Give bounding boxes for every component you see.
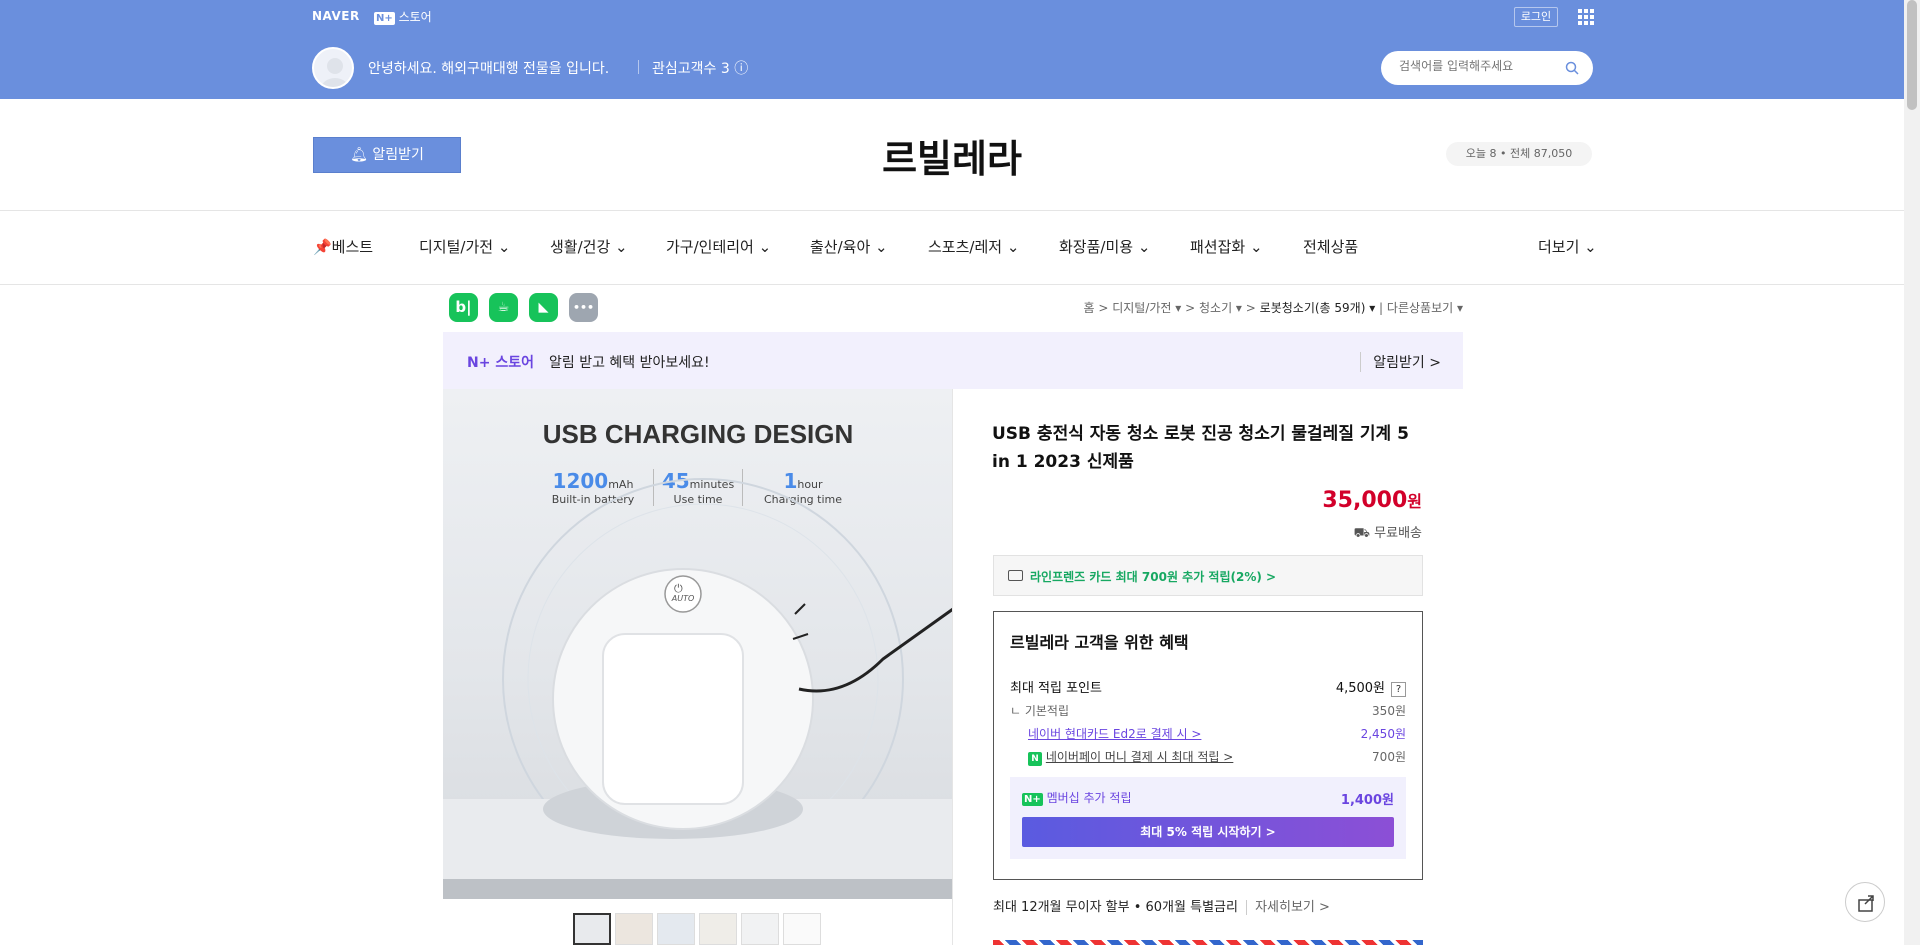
thumbnail-6[interactable] [783, 913, 821, 945]
divider [638, 60, 639, 74]
card-benefit-text[interactable]: 라인프렌즈 카드 최대 700원 추가 적립(2%) > [1030, 568, 1276, 585]
promo-alert-link[interactable]: 알림받기 > [1360, 352, 1441, 372]
breadcrumb-digital[interactable]: 디지털/가전 ▾ [1112, 301, 1181, 315]
product-price: 35,000원 [1322, 488, 1422, 513]
nav-item-digital[interactable]: 디지털/가전 ⌄ [419, 236, 510, 257]
start-membership-button[interactable]: 최대 5% 적립 시작하기 > [1022, 817, 1394, 847]
promo-banner[interactable]: N+ 스토어 알림 받고 혜택 받아보세요! 알림받기 > [443, 332, 1463, 389]
interest-count[interactable]: 관심고객수 3 ⓘ [652, 58, 748, 78]
breadcrumb-robot-cleaner[interactable]: 로봇청소기(총 59개) ▾ [1260, 301, 1376, 315]
card-icon [1008, 570, 1023, 581]
help-icon[interactable]: ? [1391, 682, 1406, 697]
store-title[interactable]: 르빌레라 [0, 128, 1904, 183]
divider [0, 284, 1904, 285]
installment-info: 최대 12개월 무이자 할부 • 60개월 특별금리 자세히보기 > [993, 900, 1330, 915]
nav-item-more[interactable]: 더보기 ⌄ [1538, 236, 1597, 257]
share-icon[interactable] [1845, 882, 1885, 922]
breadcrumb: 홈 > 디지털/가전 ▾ > 청소기 ▾ > 로봇청소기(총 59개) ▾ | … [1083, 301, 1463, 315]
naver-logo[interactable]: NAVER [312, 9, 360, 23]
nav-item-all[interactable]: 전체상품 [1303, 236, 1358, 257]
power-icon: ⏻ [674, 582, 683, 595]
divider [952, 389, 953, 945]
cafe-share-icon[interactable]: ☕ [489, 293, 518, 322]
npay-money-points-row: N 네이버페이 머니 결제 시 최대 적립 > 700원 [1010, 748, 1406, 766]
max-points-row: 최대 적립 포인트 4,500원? [1010, 677, 1406, 697]
thumbnail-strip [573, 913, 833, 945]
nav-item-furniture[interactable]: 가구/인테리어 ⌄ [666, 236, 771, 257]
seller-greeting: 안녕하세요. 해외구매대행 전물을 입니다. [368, 61, 610, 77]
blog-share-icon[interactable]: b| [449, 293, 478, 322]
thumbnail-3[interactable] [657, 913, 695, 945]
breadcrumb-home[interactable]: 홈 [1083, 301, 1094, 315]
search-icon[interactable] [1565, 61, 1579, 75]
card-benefit-banner[interactable]: 라인프렌즈 카드 최대 700원 추가 적립(2%) > [993, 555, 1423, 596]
thumbnail-2[interactable] [615, 913, 653, 945]
seller-avatar [312, 47, 354, 89]
store-label: 스토어 [398, 10, 432, 24]
nav-item-best[interactable]: 📌베스트 [313, 236, 373, 257]
thumbnail-1[interactable] [573, 913, 611, 945]
scrollbar[interactable] [1904, 0, 1920, 945]
membership-label: N+ 멤버십 추가 적립 [1022, 791, 1132, 806]
naver-plus-store-link[interactable]: N+ 스토어 [374, 8, 432, 25]
hyundai-card-link[interactable]: 네이버 현대카드 Ed2로 결제 시 > [1028, 727, 1201, 741]
benefits-title: 르빌레라 고객을 위한 혜택 [1010, 633, 1189, 652]
login-button[interactable]: 로그인 [1514, 7, 1558, 27]
truck-icon: ⛟ [1353, 526, 1375, 541]
nav-item-baby[interactable]: 출산/육아 ⌄ [810, 236, 888, 257]
nav-item-living[interactable]: 생활/건강 ⌄ [550, 236, 628, 257]
robot-vacuum-illustration [443, 478, 953, 899]
hyundai-card-points-row: 네이버 현대카드 Ed2로 결제 시 > 2,450원 [1028, 727, 1406, 741]
naver-plus-store-logo: N+ 스토어 [467, 355, 534, 371]
nav-item-beauty[interactable]: 화장품/미용 ⌄ [1059, 236, 1150, 257]
naver-plus-badge: N+ [1022, 793, 1043, 806]
naver-plus-badge: N+ [374, 12, 395, 25]
apps-grid-icon[interactable] [1578, 9, 1594, 25]
nav-item-sports[interactable]: 스포츠/레저 ⌄ [928, 236, 1019, 257]
promo-text: 알림 받고 혜택 받아보세요! [549, 355, 710, 371]
membership-box: N+ 멤버십 추가 적립 1,400원 최대 5% 적립 시작하기 > [1010, 777, 1406, 859]
installment-details-link[interactable]: 자세히보기 > [1246, 900, 1330, 915]
membership-value: 1,400원 [1340, 793, 1394, 808]
customer-benefits-box: 르빌레라 고객을 위한 혜택 최대 적립 포인트 4,500원? ㄴ 기본적립 … [993, 611, 1423, 880]
more-share-icon[interactable]: ••• [569, 293, 598, 322]
product-title: USB 충전식 자동 청소 로봇 진공 청소기 물걸레질 기계 5 in 1 2… [992, 424, 1409, 472]
other-products-link[interactable]: 다른상품보기 ▾ [1387, 301, 1463, 315]
visitor-count: 오늘 8 • 전체 87,050 [1446, 142, 1592, 166]
scrollbar-thumb[interactable] [1907, 0, 1917, 110]
thumbnail-5[interactable] [741, 913, 779, 945]
shipping-info: ⛟ 무료배송 [1353, 526, 1422, 541]
decorative-stripe [993, 940, 1423, 945]
top-bar [0, 0, 1904, 99]
bookmark-share-icon[interactable]: ◣ [529, 293, 558, 322]
npay-money-link[interactable]: 네이버페이 머니 결제 시 최대 적립 > [1046, 750, 1234, 764]
breadcrumb-cleaner[interactable]: 청소기 ▾ [1199, 301, 1242, 315]
search-box[interactable] [1381, 51, 1593, 85]
auto-label: AUTO [671, 594, 695, 603]
product-main-image[interactable]: USB CHARGING DESIGN 1200mAh Built-in bat… [443, 389, 953, 899]
naverpay-icon: N [1028, 752, 1042, 766]
search-input[interactable] [1399, 59, 1559, 73]
basic-points-row: ㄴ 기본적립 350원 [1010, 704, 1406, 718]
divider [0, 210, 1904, 211]
category-nav: 📌베스트 디지털/가전 ⌄ 생활/건강 ⌄ 가구/인테리어 ⌄ 출산/육아 ⌄ … [313, 236, 1597, 257]
thumbnail-4[interactable] [699, 913, 737, 945]
nav-item-fashion[interactable]: 패션잡화 ⌄ [1190, 236, 1263, 257]
